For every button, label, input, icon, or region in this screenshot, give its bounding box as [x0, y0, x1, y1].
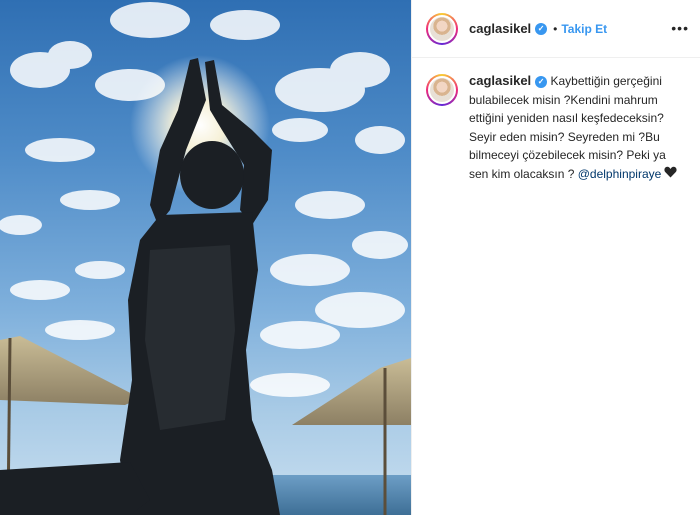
verified-badge-icon: ✓ [535, 75, 548, 88]
verified-badge-icon: ✓ [535, 22, 548, 35]
author-username[interactable]: caglasikel [469, 21, 531, 36]
avatar-image [428, 14, 456, 43]
post-photo[interactable] [0, 0, 411, 515]
beach-silhouette-image [0, 2, 411, 515]
follow-button[interactable]: Takip Et [561, 22, 607, 36]
instagram-post: caglasikel ✓ • Takip Et ••• caglasikel ✓ … [0, 0, 700, 515]
author-avatar[interactable] [426, 12, 458, 45]
more-options-icon[interactable]: ••• [671, 20, 689, 36]
mention-link[interactable]: @delphinpiraye [578, 167, 662, 181]
post-caption: caglasikel ✓ Kaybettiğin gerçeğini bulabi… [426, 72, 690, 184]
post-header: caglasikel ✓ • Takip Et ••• [412, 0, 700, 58]
caption-text: Kaybettiğin gerçeğini bulabilecek misin … [469, 74, 666, 181]
header-separator: • [553, 21, 558, 36]
post-side-panel: caglasikel ✓ • Takip Et ••• caglasikel ✓ … [411, 0, 700, 515]
caption-avatar[interactable] [426, 74, 458, 106]
caption-username[interactable]: caglasikel [469, 73, 531, 88]
avatar-image [428, 76, 456, 104]
caption-body: caglasikel ✓ Kaybettiğin gerçeğini bulabi… [469, 72, 687, 184]
black-heart-icon [664, 165, 677, 184]
